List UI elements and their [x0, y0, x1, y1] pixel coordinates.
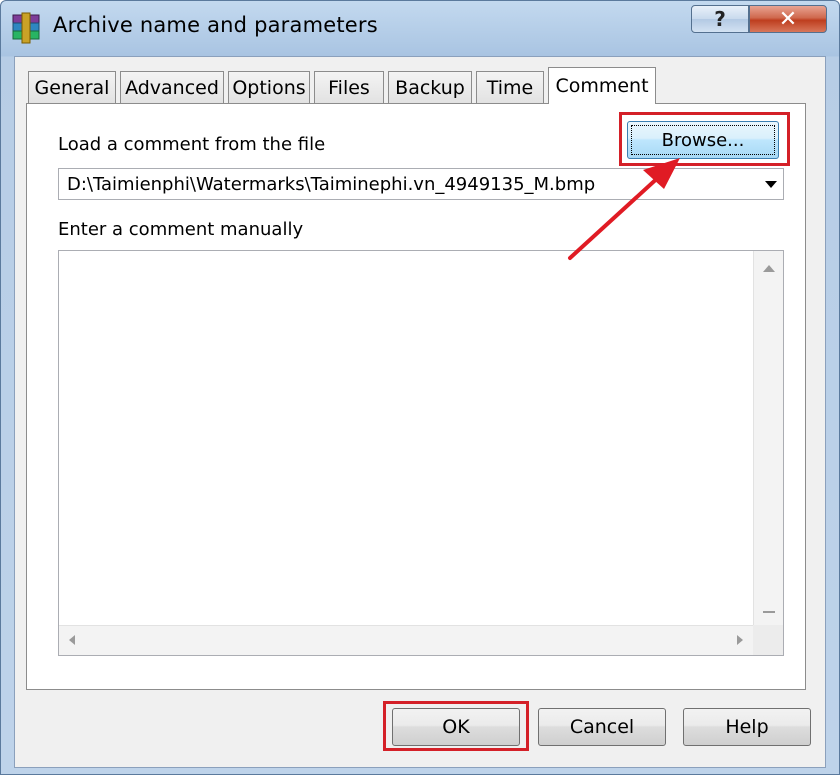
annotation-arrow — [568, 158, 680, 260]
